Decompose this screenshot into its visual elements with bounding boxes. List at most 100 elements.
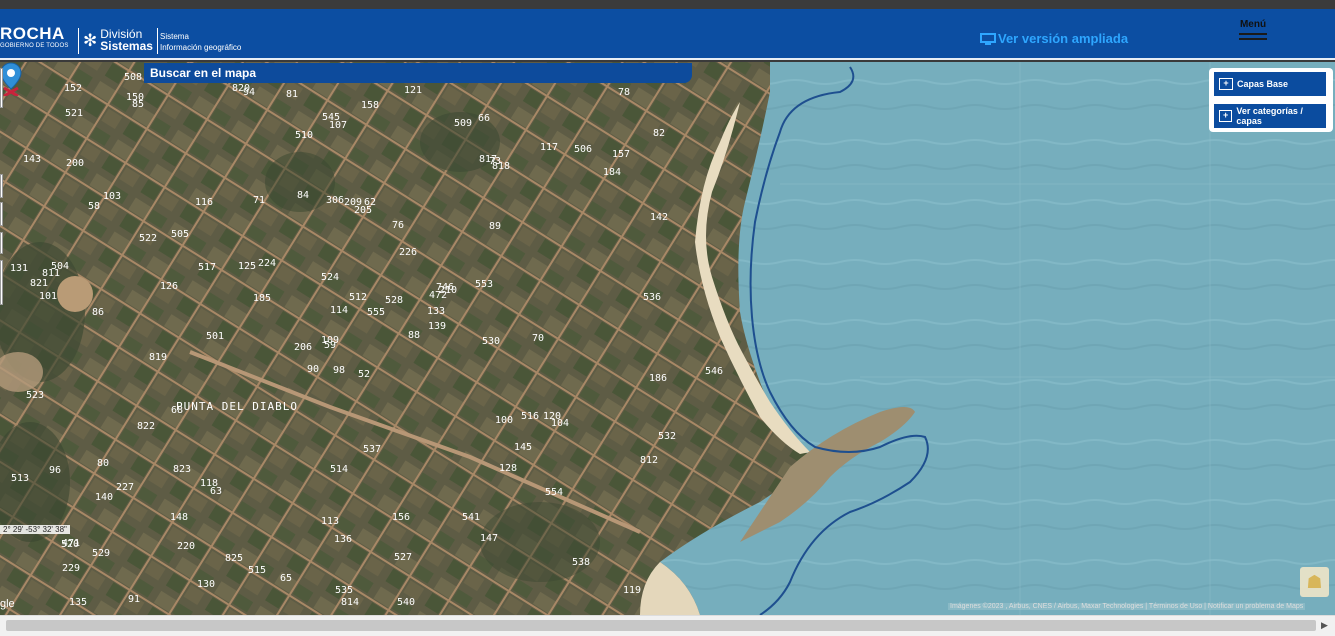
lot-number: 523 [26, 390, 45, 401]
lot-number: 506 [574, 144, 593, 155]
division-line2: Sistemas [100, 39, 153, 53]
lot-number: 157 [612, 149, 631, 160]
folder-plus-icon: + [1219, 78, 1233, 90]
lot-number: 125 [238, 261, 257, 272]
lot-number: 521 [65, 108, 84, 119]
map-control[interactable] [0, 174, 3, 198]
window-top-strip [0, 0, 1335, 9]
horizontal-scrollbar[interactable]: ▶ [0, 615, 1335, 636]
lot-number: 58 [88, 201, 101, 212]
lot-number: 126 [160, 281, 179, 292]
capas-base-button[interactable]: + Capas Base [1214, 72, 1326, 96]
zoom-control[interactable] [0, 68, 3, 108]
lot-number: 81 [286, 89, 299, 100]
rocha-logo: ROCHA GOBIERNO DE TODOS [0, 25, 69, 50]
lot-number: 501 [206, 331, 225, 342]
lot-number: 150 [126, 92, 145, 103]
lot-number: 117 [540, 142, 559, 153]
map-view[interactable]: 52 58 59 471 472 63 66 62 73 88 85 86 90 89 91 306 226 22… [0, 62, 1335, 615]
search-label: Buscar en el mapa [150, 66, 257, 80]
scrollbar-thumb[interactable] [6, 620, 1316, 631]
lot-number: 306 [326, 195, 345, 206]
lot-number: 185 [253, 293, 272, 304]
system-title: Sistema Información geográfico [160, 31, 241, 53]
lot-number: 220 [177, 541, 196, 552]
ver-categorias-button[interactable]: + Ver categorías / capas [1214, 104, 1326, 128]
map-attribution[interactable]: Imágenes ©2023 , Airbus, CNES / Airbus, … [948, 603, 1306, 610]
lot-number: 118 [200, 478, 219, 489]
lot-number: 545 [322, 112, 341, 123]
lot-number: 143 [23, 154, 42, 165]
lot-number: 508 [124, 72, 143, 83]
lot-number: 121 [404, 85, 423, 96]
folder-plus-icon: + [1219, 110, 1233, 122]
lot-number: 70 [532, 333, 545, 344]
pegman-icon[interactable]: ☗ [1300, 567, 1329, 597]
lot-number: 818 [492, 161, 511, 172]
lot-number: 76 [392, 220, 405, 231]
scroll-right-arrow-icon[interactable]: ▶ [1321, 620, 1328, 631]
app-header: ROCHA GOBIERNO DE TODOS ✻ División Siste… [0, 9, 1335, 60]
lot-number: 532 [658, 431, 677, 442]
divider [157, 28, 158, 54]
map-control[interactable] [0, 232, 3, 254]
lot-number: 516 [521, 411, 540, 422]
hamburger-icon [1239, 33, 1267, 35]
map-control[interactable] [0, 260, 3, 305]
lot-number: 509 [454, 118, 473, 129]
lot-number: 530 [482, 336, 501, 347]
google-logo: gle [0, 598, 15, 610]
lot-number: 136 [334, 534, 353, 545]
system-line1: Sistema [160, 32, 189, 41]
location-pin-icon[interactable] [0, 62, 22, 96]
lot-number: 114 [330, 305, 349, 316]
lot-number: 94 [243, 87, 256, 98]
lot-number: 101 [39, 291, 58, 302]
lot-number: 515 [248, 565, 267, 576]
lot-number: 139 [428, 321, 447, 332]
lot-number: 148 [170, 512, 189, 523]
lot-number: 226 [399, 247, 418, 258]
lot-number: 819 [149, 352, 168, 363]
lot-number: 540 [397, 597, 416, 608]
lot-number: 537 [363, 444, 382, 455]
menu-button[interactable]: Menú [1238, 19, 1268, 40]
layers-panel: + Capas Base + Ver categorías / capas [1209, 68, 1333, 132]
lot-number: 524 [321, 272, 340, 283]
lot-number: 510 [295, 130, 314, 141]
lot-number: 156 [392, 512, 411, 523]
map-control[interactable] [0, 202, 3, 226]
lot-number: 528 [385, 295, 404, 306]
ampliada-label: Ver versión ampliada [998, 31, 1129, 46]
ver-version-ampliada-link[interactable]: Ver versión ampliada [980, 31, 1128, 46]
lot-number: 116 [195, 197, 214, 208]
lot-number: 821 [30, 278, 49, 289]
place-label: PUNTA DEL DIABLO [176, 400, 298, 413]
lot-number: 147 [480, 533, 499, 544]
lot-number: 812 [640, 455, 659, 466]
lot-number: 512 [349, 292, 368, 303]
lot-number: 224 [258, 258, 277, 269]
lot-number: 88 [408, 330, 421, 341]
lot-number: 555 [367, 307, 386, 318]
lot-number: 133 [427, 306, 446, 317]
lot-number: 536 [643, 292, 662, 303]
lot-number: 130 [197, 579, 216, 590]
menu-label: Menú [1239, 19, 1267, 30]
lot-number: 90 [307, 364, 320, 375]
satellite-map [0, 62, 1335, 615]
search-map-bar[interactable]: Buscar en el mapa [144, 63, 692, 83]
lot-number: 89 [489, 221, 502, 232]
gear-icon: ✻ [83, 30, 98, 50]
ver-categorias-label: Ver categorías / capas [1236, 106, 1303, 126]
lot-number: 65 [280, 573, 293, 584]
lot-number: 119 [623, 585, 642, 596]
lot-number: 505 [171, 229, 190, 240]
lot-number: 71 [253, 195, 266, 206]
lot-number: 227 [116, 482, 135, 493]
lot-number: 78 [618, 87, 631, 98]
lot-number: 538 [572, 557, 591, 568]
divider [78, 28, 79, 54]
capas-base-label: Capas Base [1237, 79, 1289, 89]
lot-number: 513 [11, 473, 30, 484]
